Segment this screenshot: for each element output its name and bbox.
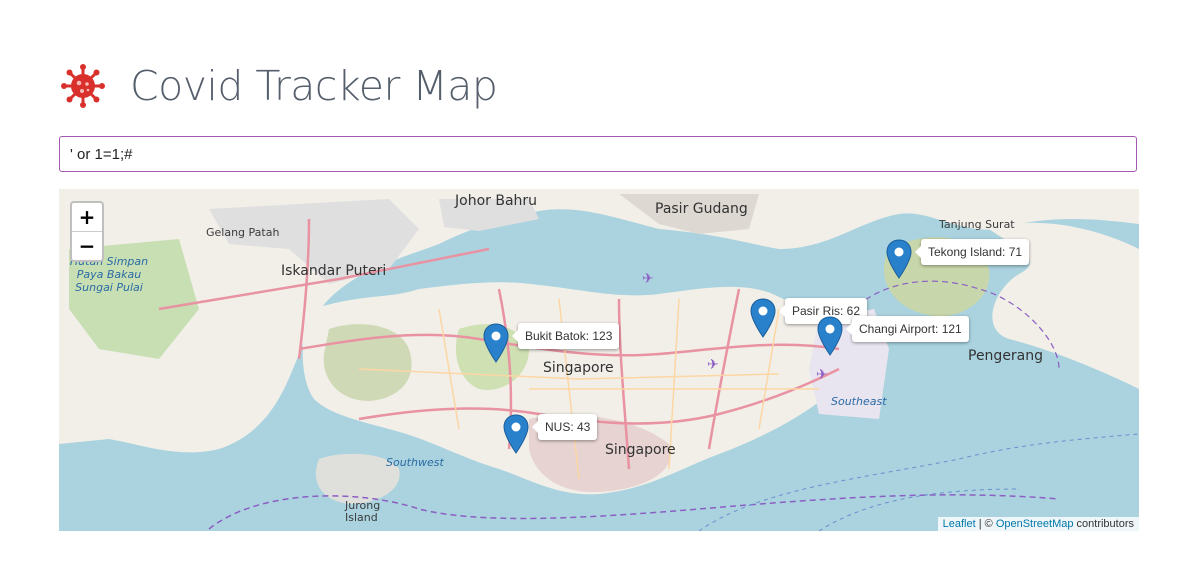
zoom-control: + − bbox=[70, 201, 104, 262]
map-label-pasir-gudang: Pasir Gudang bbox=[655, 201, 748, 217]
map-marker-icon[interactable] bbox=[503, 414, 529, 454]
map-label-johor-bahru: Johor Bahru bbox=[455, 193, 538, 209]
map-label-southwest: Southwest bbox=[386, 456, 444, 469]
page-title: Covid Tracker Map bbox=[130, 62, 498, 110]
map-label-tanjung-surat: Tanjung Surat bbox=[939, 218, 1015, 231]
virus-icon bbox=[61, 64, 105, 108]
page-header: Covid Tracker Map bbox=[60, 56, 498, 116]
airport-icon: ✈ bbox=[642, 271, 654, 287]
map-label-southeast: Southeast bbox=[831, 395, 887, 408]
airport-icon: ✈ bbox=[707, 357, 719, 373]
map-marker-icon[interactable] bbox=[750, 298, 776, 338]
map-marker-icon[interactable] bbox=[886, 239, 912, 279]
airport-icon: ✈ bbox=[816, 367, 828, 383]
map-label-jurong-island: Jurong Island bbox=[345, 499, 381, 524]
zoom-out-button[interactable]: − bbox=[72, 232, 102, 260]
map-container[interactable]: Johor Bahru Pasir Gudang Tanjung Surat G… bbox=[59, 189, 1139, 531]
map-label-singapore-mid: Singapore bbox=[543, 360, 614, 376]
map-marker-icon[interactable] bbox=[483, 323, 509, 363]
marker-tooltip: Changi Airport: 121 bbox=[846, 316, 969, 342]
zoom-in-button[interactable]: + bbox=[72, 203, 102, 232]
search-input[interactable] bbox=[59, 136, 1137, 172]
map-attribution: Leaflet | © OpenStreetMap contributors bbox=[937, 517, 1139, 531]
map-marker-icon[interactable] bbox=[817, 316, 843, 356]
map-label-singapore-south: Singapore bbox=[605, 442, 676, 458]
osm-link[interactable]: OpenStreetMap bbox=[996, 518, 1074, 530]
marker-tooltip: Tekong Island: 71 bbox=[914, 239, 1030, 265]
map-label-pengerang: Pengerang bbox=[968, 348, 1044, 364]
attribution-separator: | © bbox=[975, 518, 996, 530]
map-label-iskandar-puteri: Iskandar Puteri bbox=[281, 263, 387, 279]
marker-tooltip: NUS: 43 bbox=[531, 414, 598, 440]
leaflet-link[interactable]: Leaflet bbox=[943, 518, 976, 530]
attribution-contributors: contributors bbox=[1073, 518, 1134, 530]
map-label-gelang-patah: Gelang Patah bbox=[206, 226, 280, 239]
marker-tooltip: Bukit Batok: 123 bbox=[511, 323, 620, 349]
